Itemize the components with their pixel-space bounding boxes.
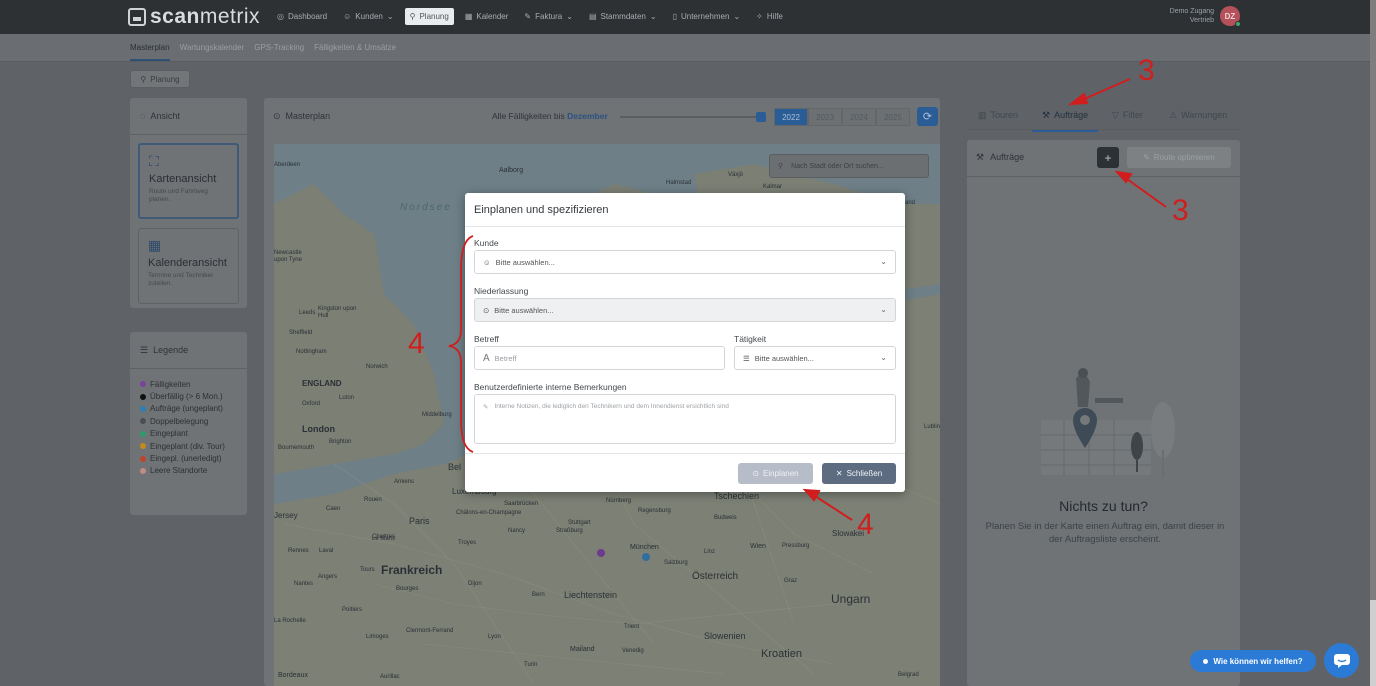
page-scrollbar[interactable] (1370, 0, 1376, 686)
annotation-arrowhead (802, 488, 821, 502)
annotation-arrow (1081, 78, 1131, 101)
chat-icon (1333, 653, 1350, 668)
status-dot (1203, 658, 1209, 664)
scrollbar-thumb[interactable] (1370, 0, 1376, 600)
annotation-label: 3 (1138, 54, 1155, 87)
help-chat-label: Wie können wir helfen? (1213, 656, 1303, 666)
chat-launcher-button[interactable] (1324, 643, 1359, 678)
annotation-label: 4 (857, 508, 874, 541)
annotation-label: 3 (1172, 194, 1189, 227)
help-chat-button[interactable]: Wie können wir helfen? (1190, 650, 1316, 672)
annotation-arrow (1126, 178, 1167, 208)
annotation-brace (448, 235, 474, 453)
annotation-overlay (448, 78, 1167, 521)
annotation-arrowhead (1067, 92, 1089, 106)
annotation-arrow (814, 495, 853, 521)
annotation-label: 4 (408, 327, 425, 360)
